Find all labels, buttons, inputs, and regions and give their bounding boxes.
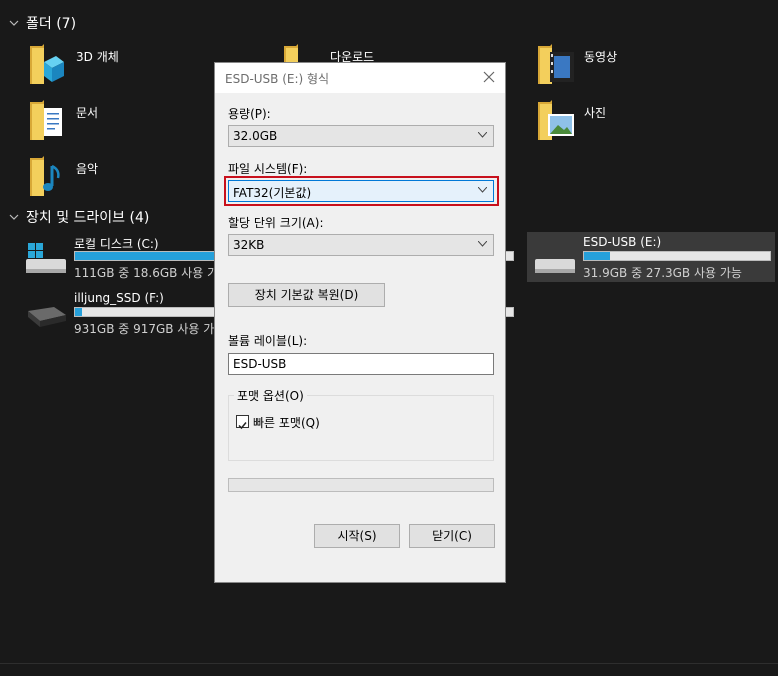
3d-objects-folder-icon bbox=[30, 44, 64, 84]
drives-section-header[interactable]: 장치 및 드라이브 (4) bbox=[8, 207, 149, 227]
close-button[interactable]: 닫기(C) bbox=[409, 524, 495, 548]
quick-format-checkbox[interactable] bbox=[236, 415, 249, 430]
allocation-value: 32KB bbox=[233, 238, 265, 252]
videos-folder-icon bbox=[538, 44, 574, 84]
chevron-down-icon bbox=[478, 132, 487, 138]
folder-item-documents[interactable]: 문서 bbox=[28, 98, 98, 142]
folder-label: 음악 bbox=[76, 162, 99, 176]
format-progress-bar bbox=[228, 478, 494, 492]
windows-drive-icon bbox=[26, 243, 66, 273]
folder-label: 사진 bbox=[584, 106, 607, 120]
documents-folder-icon bbox=[30, 100, 62, 140]
volume-label-label: 볼륨 레이블(L): bbox=[228, 334, 308, 348]
capacity-label: 용량(P): bbox=[228, 107, 271, 121]
quick-format-label[interactable]: 빠른 포맷(Q) bbox=[253, 414, 320, 431]
format-options-label: 포맷 옵션(O) bbox=[234, 387, 307, 404]
folder-label: 문서 bbox=[76, 106, 99, 120]
volume-label-value: ESD-USB bbox=[233, 357, 287, 371]
format-dialog: ESD-USB (E:) 형식 용량(P): 32.0GB 파일 시스템(F):… bbox=[214, 62, 506, 583]
chevron-down-icon bbox=[9, 214, 19, 220]
close-icon[interactable] bbox=[481, 69, 497, 85]
allocation-label: 할당 단위 크기(A): bbox=[228, 216, 324, 230]
folder-label: 동영상 bbox=[584, 50, 618, 64]
start-button[interactable]: 시작(S) bbox=[314, 524, 400, 548]
status-bar bbox=[0, 663, 778, 676]
checkmark-icon bbox=[238, 422, 247, 430]
filesystem-highlight-box bbox=[224, 176, 499, 206]
pictures-folder-icon bbox=[538, 100, 574, 140]
drive-name: illjung_SSD (F:) bbox=[74, 291, 164, 305]
chevron-down-icon bbox=[9, 20, 19, 26]
folder-item-videos[interactable]: 동영상 bbox=[536, 42, 617, 86]
drive-item-e[interactable]: ESD-USB (E:) 31.9GB 중 27.3GB 사용 가능 bbox=[533, 235, 773, 281]
drive-free-space: 31.9GB 중 27.3GB 사용 가능 bbox=[583, 266, 742, 280]
volume-label-input[interactable]: ESD-USB bbox=[228, 353, 494, 375]
drives-section-label: 장치 및 드라이브 (4) bbox=[26, 210, 150, 226]
music-folder-icon bbox=[30, 156, 60, 196]
usb-drive-icon bbox=[535, 259, 575, 273]
drive-name: ESD-USB (E:) bbox=[583, 235, 662, 249]
folder-item-3d-objects[interactable]: 3D 개체 bbox=[28, 42, 119, 86]
folder-item-pictures[interactable]: 사진 bbox=[536, 98, 606, 142]
chevron-down-icon bbox=[478, 241, 487, 247]
capacity-dropdown[interactable]: 32.0GB bbox=[228, 125, 494, 147]
drive-usage-fill bbox=[584, 252, 611, 260]
restore-defaults-button[interactable]: 장치 기본값 복원(D) bbox=[228, 283, 385, 307]
dialog-title: ESD-USB (E:) 형식 bbox=[225, 72, 330, 86]
folder-label: 3D 개체 bbox=[76, 50, 119, 64]
capacity-value: 32.0GB bbox=[233, 129, 278, 143]
ssd-drive-icon bbox=[28, 307, 66, 327]
dialog-titlebar[interactable]: ESD-USB (E:) 형식 bbox=[215, 63, 505, 93]
filesystem-label: 파일 시스템(F): bbox=[228, 162, 308, 176]
allocation-dropdown[interactable]: 32KB bbox=[228, 234, 494, 256]
drive-usage-fill bbox=[75, 308, 82, 316]
drive-usage-bar bbox=[583, 251, 771, 261]
folders-section-label: 폴더 (7) bbox=[26, 16, 77, 32]
drive-free-space: 931GB 중 917GB 사용 가능 bbox=[74, 322, 226, 336]
drive-name: 로컬 디스크 (C:) bbox=[74, 237, 159, 251]
folders-section-header[interactable]: 폴더 (7) bbox=[8, 13, 76, 33]
drive-free-space: 111GB 중 18.6GB 사용 가능 bbox=[74, 266, 230, 280]
folder-item-music[interactable]: 음악 bbox=[28, 154, 98, 198]
